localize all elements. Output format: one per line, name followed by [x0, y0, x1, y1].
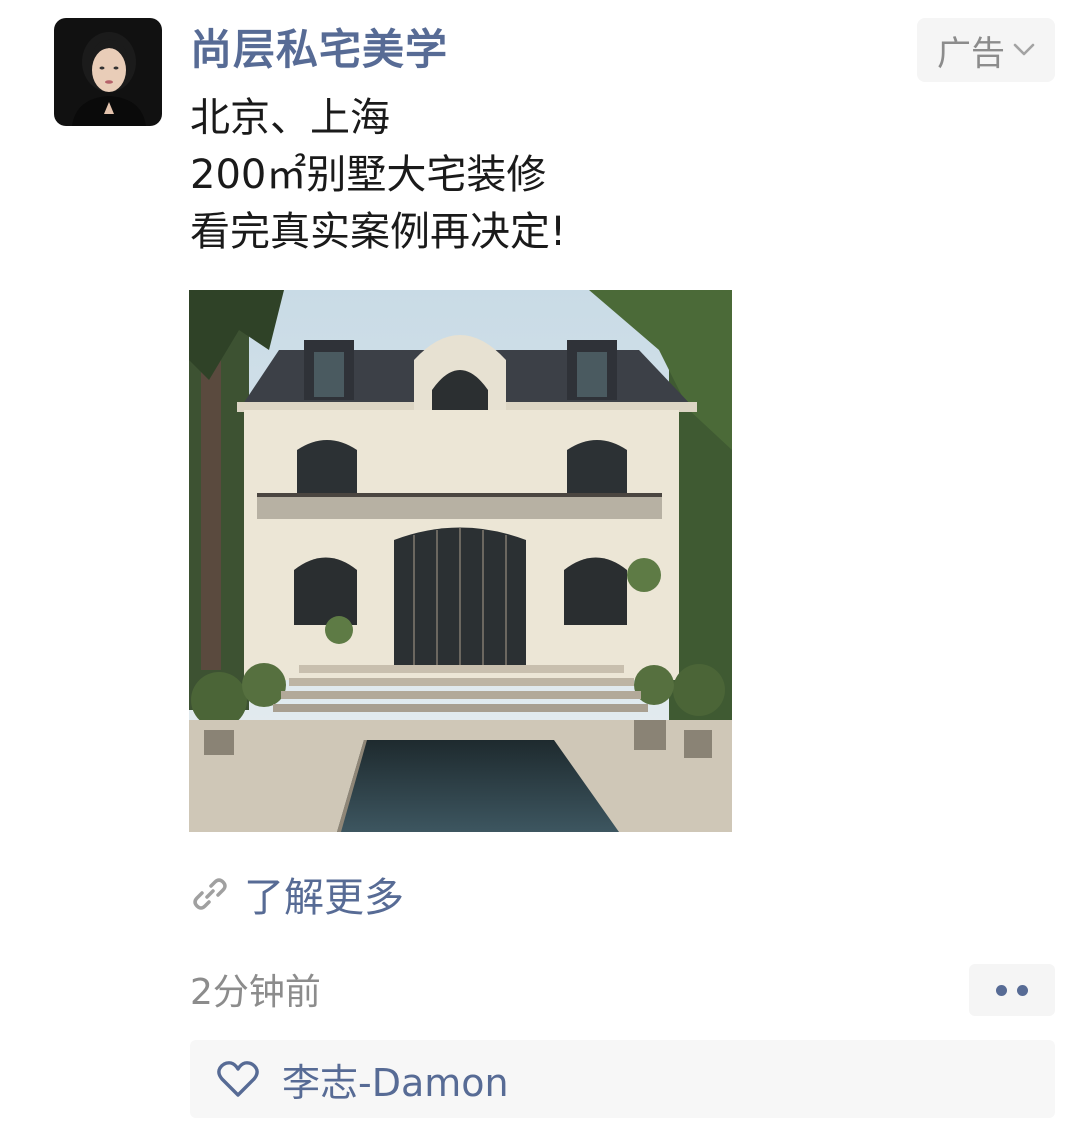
ad-menu-button[interactable]: 广告 [917, 18, 1055, 82]
villa-photo [189, 290, 732, 832]
more-actions-button[interactable] [969, 964, 1055, 1016]
ad-label: 广告 [937, 33, 1005, 74]
post-timestamp: 2分钟前 [190, 972, 321, 1013]
post-text: 北京、上海 200㎡别墅大宅装修 看完真实案例再决定! [190, 90, 1010, 261]
chevron-down-icon [1013, 43, 1035, 56]
learn-more-label: 了解更多 [244, 875, 404, 921]
link-icon [193, 878, 227, 910]
liker-name[interactable]: 李志-Damon [282, 1052, 509, 1107]
post-text-line: 北京、上海 [190, 95, 390, 141]
heart-icon [217, 1061, 259, 1097]
likes-panel: 李志-Damon [190, 1040, 1055, 1118]
more-dots-icon [1017, 984, 1028, 996]
avatar-image [54, 18, 162, 126]
learn-more-link[interactable]: 了解更多 [190, 866, 404, 922]
author-name[interactable]: 尚层私宅美学 [190, 22, 448, 78]
post-image[interactable] [189, 290, 732, 832]
post-text-line: 200㎡别墅大宅装修 [190, 152, 547, 198]
more-dots-icon [996, 984, 1007, 996]
author-avatar[interactable] [54, 18, 162, 126]
post-text-line: 看完真实案例再决定! [190, 209, 567, 255]
